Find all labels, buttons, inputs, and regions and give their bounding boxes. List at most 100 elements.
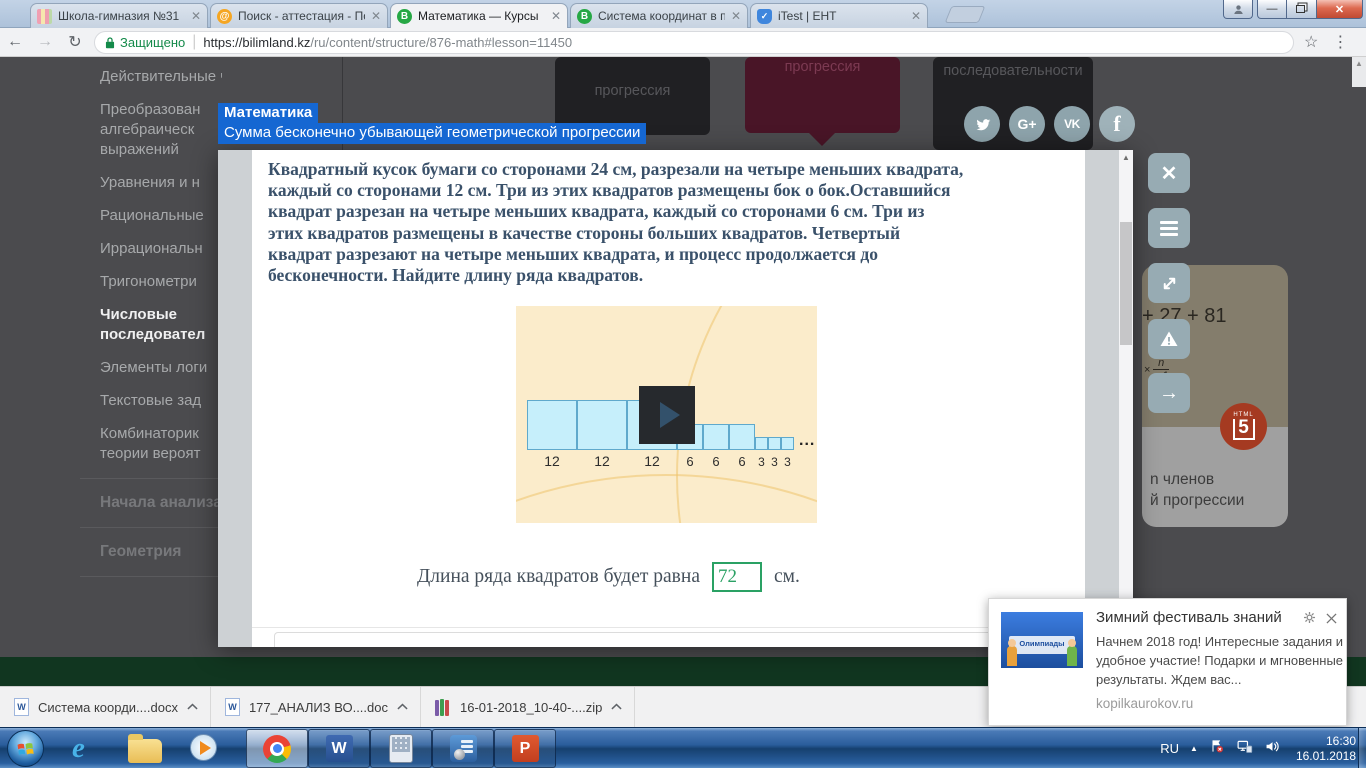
- show-desktop-button[interactable]: [1358, 728, 1366, 768]
- report-problem-button[interactable]: [1148, 319, 1190, 359]
- tab-close-icon[interactable]: ✕: [911, 10, 921, 22]
- sidebar-item-logic[interactable]: Элементы логи: [100, 358, 222, 378]
- answer-input[interactable]: [711, 562, 762, 592]
- tab-coordinates[interactable]: B Система координат в пр ✕: [570, 3, 748, 28]
- vk-share-button[interactable]: VK: [1054, 106, 1090, 142]
- page-scrollbar[interactable]: ▲: [1352, 57, 1366, 87]
- play-video-button[interactable]: [639, 386, 695, 444]
- ad-title[interactable]: Зимний фестиваль знаний: [1096, 609, 1282, 626]
- internet-explorer-icon[interactable]: e: [72, 734, 85, 763]
- sidebar-item-irrational[interactable]: Иррациональн: [100, 239, 222, 259]
- taskbar-powerpoint-button[interactable]: P: [494, 729, 556, 768]
- sidebar-item-equations[interactable]: Уравнения и н: [100, 173, 222, 193]
- tab-title: Система координат в пр: [598, 9, 725, 23]
- calculator-icon: [389, 734, 413, 763]
- ad-source-link[interactable]: kopilkaurokov.ru: [1096, 696, 1193, 711]
- ad-body: Начнем 2018 год! Интересные задания и уд…: [1096, 634, 1344, 687]
- chevron-up-icon[interactable]: [611, 703, 622, 710]
- download-item[interactable]: W 177_АНАЛИЗ ВО....doc: [211, 687, 420, 727]
- card-caption: n членов й прогрессии: [1142, 427, 1288, 527]
- fullscreen-button[interactable]: [1148, 263, 1190, 303]
- tab-close-icon[interactable]: ✕: [371, 10, 381, 22]
- lesson-menu-button[interactable]: [1148, 208, 1190, 248]
- tab-search[interactable]: @ Поиск - аттестация - По ✕: [210, 3, 388, 28]
- taskbar-system-app-button[interactable]: [432, 729, 494, 768]
- sidebar-item-transform-expressions[interactable]: Преобразован алгебраическ выражений: [100, 100, 222, 160]
- language-indicator[interactable]: RU: [1160, 741, 1179, 756]
- tab-school[interactable]: Школа-гимназия №31 ✕: [30, 3, 208, 28]
- tab-close-icon[interactable]: ✕: [731, 10, 741, 22]
- restore-button[interactable]: [1287, 0, 1317, 19]
- sidebar-item-trigonometry[interactable]: Тригонометри: [100, 272, 222, 292]
- sidebar-item-real-numbers[interactable]: Действительные числа: [100, 67, 222, 87]
- media-player-icon[interactable]: [190, 734, 217, 761]
- square-3: [755, 437, 768, 450]
- sidebar-item-rational[interactable]: Рациональные: [100, 206, 222, 226]
- url-path: /ru/content/structure/876-math#lesson=11…: [310, 34, 573, 50]
- new-tab-button[interactable]: [944, 6, 986, 23]
- browser-tab-bar: Школа-гимназия №31 ✕ @ Поиск - аттестаци…: [0, 0, 1366, 28]
- url-field[interactable]: Защищено | https://bilimland.kz/ru/conte…: [94, 30, 1294, 54]
- close-window-button[interactable]: ✕: [1317, 0, 1363, 19]
- chevron-up-icon[interactable]: [397, 703, 408, 710]
- scrollbar-thumb[interactable]: [1120, 222, 1132, 345]
- square-3: [768, 437, 781, 450]
- person-icon: [1233, 4, 1243, 14]
- next-lesson-button[interactable]: →: [1148, 373, 1190, 413]
- security-chip[interactable]: Защищено: [105, 35, 185, 50]
- url-host: https://bilimland.kz: [203, 34, 311, 50]
- sidebar-item-word-problems[interactable]: Текстовые зад: [100, 391, 222, 411]
- tab-close-icon[interactable]: ✕: [551, 10, 561, 22]
- profile-button[interactable]: [1223, 0, 1253, 19]
- square-6: [729, 424, 755, 450]
- tab-close-icon[interactable]: ✕: [191, 10, 201, 22]
- screen: Школа-гимназия №31 ✕ @ Поиск - аттестаци…: [0, 0, 1366, 768]
- restore-icon: [1296, 5, 1305, 13]
- tab-title: Поиск - аттестация - По: [238, 9, 365, 23]
- scroll-up-icon[interactable]: ▲: [1119, 150, 1133, 162]
- sidebar-item-number-sequences-active[interactable]: ► Числовые последовател: [100, 305, 222, 345]
- facebook-share-button[interactable]: f: [1099, 106, 1135, 142]
- ad-thumb-label: Олимпиады: [1019, 639, 1065, 648]
- reload-button[interactable]: ↻: [60, 32, 90, 52]
- card-pointer-tail: [808, 132, 836, 146]
- sidebar-item-analysis[interactable]: Начала анализа: [100, 493, 222, 513]
- googleplus-share-button[interactable]: G+: [1009, 106, 1045, 142]
- bilimland-favicon-icon: B: [577, 8, 592, 24]
- start-button[interactable]: [7, 730, 44, 767]
- network-icon[interactable]: [1236, 738, 1253, 760]
- page-overlay: ▲ Действительные числа Преобразован алге…: [0, 57, 1366, 686]
- download-item[interactable]: 16-01-2018_10-40-....zip: [421, 687, 634, 727]
- tray-expand-icon[interactable]: ▲: [1190, 744, 1198, 753]
- taskbar-word-button[interactable]: W: [308, 729, 370, 768]
- clock[interactable]: 16:30 16.01.2018: [1296, 734, 1356, 764]
- file-explorer-icon[interactable]: [128, 734, 162, 763]
- forward-button[interactable]: →: [30, 33, 60, 51]
- back-button[interactable]: ←: [0, 33, 30, 51]
- tray-time: 16:30: [1325, 733, 1356, 748]
- chevron-up-icon[interactable]: [187, 703, 198, 710]
- action-center-flag-icon[interactable]: [1209, 738, 1225, 759]
- url-separator: |: [192, 33, 197, 50]
- taskbar-calculator-button[interactable]: [370, 729, 432, 768]
- close-lesson-button[interactable]: ✕: [1148, 153, 1190, 193]
- taskbar-chrome-button[interactable]: [246, 729, 308, 768]
- tab-itest[interactable]: ✓ iTest | ЕНТ ✕: [750, 3, 928, 28]
- sidebar-item-geometry[interactable]: Геометрия: [100, 542, 222, 562]
- browser-menu-icon[interactable]: ⋮: [1332, 32, 1348, 52]
- volume-icon[interactable]: [1264, 738, 1281, 760]
- tab-mathematics-active[interactable]: B Математика — Курсы ✕: [390, 3, 568, 28]
- answer-row: Длина ряда квадратов будет равна см.: [417, 562, 800, 592]
- ellipsis-label: ...: [799, 432, 816, 449]
- gear-icon: [1303, 611, 1316, 624]
- download-item[interactable]: W Система коорди....docx: [0, 687, 210, 727]
- ad-settings-button[interactable]: [1303, 611, 1316, 629]
- modal-scrollbar[interactable]: ▲: [1119, 150, 1133, 647]
- ad-thumbnail[interactable]: Олимпиады: [1001, 612, 1083, 668]
- minimize-button[interactable]: —: [1257, 0, 1287, 19]
- ad-close-button[interactable]: [1326, 611, 1337, 629]
- sidebar-item-combinatorics[interactable]: Комбинаторик теории вероят: [100, 424, 222, 464]
- twitter-share-button[interactable]: [964, 106, 1000, 142]
- bookmark-star-icon[interactable]: ☆: [1304, 32, 1318, 52]
- lesson-card-geometric-progression[interactable]: прогрессия: [745, 57, 900, 146]
